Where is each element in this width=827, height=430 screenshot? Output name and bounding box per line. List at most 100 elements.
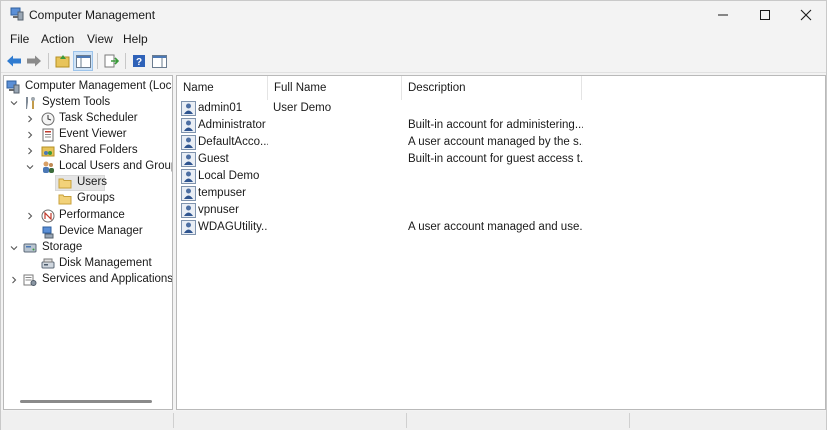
user-name: tempuser: [198, 187, 246, 199]
tree-item-label: Task Scheduler: [59, 112, 138, 124]
tree-item-computer-management[interactable]: Computer Management (Local: [4, 79, 172, 95]
tree-item-device-manager[interactable]: Device Manager: [4, 224, 172, 240]
menu-view[interactable]: View: [87, 32, 113, 46]
chevron-right-icon[interactable]: [25, 130, 35, 140]
event-viewer-icon: [41, 128, 55, 142]
window-title: Computer Management: [29, 8, 156, 22]
tree-item-local-users-and-groups[interactable]: Local Users and Groups: [4, 159, 172, 175]
forward-arrow-icon: [27, 55, 41, 67]
chevron-right-icon[interactable]: [9, 275, 19, 285]
forward-button[interactable]: [24, 51, 44, 71]
tree-item-disk-management[interactable]: Disk Management: [4, 256, 172, 272]
tree-item-storage[interactable]: Storage: [4, 240, 172, 256]
tree-item-services-and-applications[interactable]: Services and Applications: [4, 272, 172, 288]
tree-item-groups[interactable]: Groups: [4, 191, 172, 207]
minimize-icon: [718, 14, 728, 16]
user-name: Local Demo: [198, 170, 260, 182]
storage-icon: [23, 241, 37, 255]
user-name: admin01: [198, 102, 243, 114]
table-row[interactable]: Guest Built-in account for guest access …: [177, 151, 825, 168]
table-row[interactable]: Administrator Built-in account for admin…: [177, 117, 825, 134]
tree-item-label: Local Users and Groups: [59, 160, 173, 172]
up-folder-icon: [55, 55, 70, 68]
shared-folder-icon: [41, 144, 55, 158]
column-header-full-name[interactable]: Full Name: [268, 76, 402, 100]
user-description: A user account managed by the s...: [408, 136, 583, 148]
console-tree[interactable]: Computer Management (Local System Tools …: [3, 75, 173, 410]
tree-item-label: System Tools: [42, 96, 111, 108]
tree-item-system-tools[interactable]: System Tools: [4, 95, 172, 111]
disk-icon: [41, 257, 55, 271]
tree-item-label: Computer Management (Local: [25, 80, 173, 92]
export-list-button[interactable]: [101, 51, 121, 71]
table-row[interactable]: tempuser: [177, 185, 825, 202]
up-one-level-button[interactable]: [53, 51, 73, 71]
user-account-icon: [181, 135, 196, 150]
menu-action[interactable]: Action: [41, 32, 74, 46]
column-header-name[interactable]: Name: [177, 76, 268, 100]
show-hide-console-tree-icon: [75, 54, 91, 68]
tree-item-shared-folders[interactable]: Shared Folders: [4, 143, 172, 159]
user-description: Built-in account for administering...: [408, 119, 583, 131]
computer-management-icon: [6, 80, 20, 94]
table-row[interactable]: Local Demo: [177, 168, 825, 185]
chevron-right-icon[interactable]: [25, 211, 35, 221]
folder-icon: [58, 176, 72, 190]
tree-item-label: Services and Applications: [42, 273, 173, 285]
users-list[interactable]: Name Full Name Description admin01 User …: [176, 75, 826, 410]
column-header-description[interactable]: Description: [402, 76, 582, 100]
chevron-down-icon[interactable]: [9, 98, 19, 108]
title-bar[interactable]: Computer Management: [1, 1, 826, 29]
tree-item-task-scheduler[interactable]: Task Scheduler: [4, 111, 172, 127]
computer-management-icon: [10, 7, 24, 21]
clock-icon: [41, 112, 55, 126]
back-button[interactable]: [4, 51, 24, 71]
user-name: Administrator: [198, 119, 266, 131]
tree-item-label: Users: [77, 176, 108, 188]
export-list-icon: [104, 54, 119, 68]
tree-item-event-viewer[interactable]: Event Viewer: [4, 127, 172, 143]
table-row[interactable]: admin01 User Demo: [177, 100, 825, 117]
user-name: vpnuser: [198, 204, 239, 216]
user-account-icon: [181, 152, 196, 167]
show-hide-console-tree-button[interactable]: [73, 51, 93, 71]
tree-item-label: Shared Folders: [59, 144, 138, 156]
tree-item-performance[interactable]: Performance: [4, 208, 172, 224]
status-bar: [1, 411, 826, 430]
chevron-right-icon[interactable]: [25, 146, 35, 156]
tree-item-label: Disk Management: [59, 257, 152, 269]
user-account-icon: [181, 203, 196, 218]
close-icon: [800, 9, 812, 21]
user-account-icon: [181, 186, 196, 201]
menu-help[interactable]: Help: [123, 32, 148, 46]
tree-item-users[interactable]: Users: [4, 175, 172, 191]
tree-item-label: Storage: [42, 241, 83, 253]
users-group-icon: [41, 160, 55, 174]
table-row[interactable]: WDAGUtility... A user account managed an…: [177, 219, 825, 236]
maximize-button[interactable]: [745, 1, 785, 29]
chevron-down-icon[interactable]: [25, 162, 35, 172]
services-icon: [23, 273, 37, 287]
chevron-down-icon[interactable]: [9, 243, 19, 253]
tree-item-label: Performance: [59, 209, 125, 221]
user-description: A user account managed and use...: [408, 221, 583, 233]
table-row[interactable]: DefaultAcco... A user account managed by…: [177, 134, 825, 151]
help-button[interactable]: ?: [129, 51, 149, 71]
menu-file[interactable]: File: [10, 32, 29, 46]
user-account-icon: [181, 220, 196, 235]
show-hide-action-pane-button[interactable]: [149, 51, 169, 71]
user-description: Built-in account for guest access t...: [408, 153, 583, 165]
minimize-button[interactable]: [703, 1, 743, 29]
back-arrow-icon: [7, 55, 21, 67]
user-full-name: User Demo: [273, 102, 332, 114]
tree-item-label: Groups: [77, 192, 115, 204]
chevron-right-icon[interactable]: [25, 114, 35, 124]
folder-icon: [58, 192, 72, 206]
close-button[interactable]: [786, 1, 826, 29]
table-row[interactable]: vpnuser: [177, 202, 825, 219]
computer-management-window: Computer Management File Action View Hel…: [0, 0, 827, 430]
menu-bar: File Action View Help: [1, 29, 826, 49]
tools-icon: [23, 96, 37, 110]
user-name: DefaultAcco...: [198, 136, 268, 148]
horizontal-scrollbar[interactable]: [20, 400, 152, 403]
